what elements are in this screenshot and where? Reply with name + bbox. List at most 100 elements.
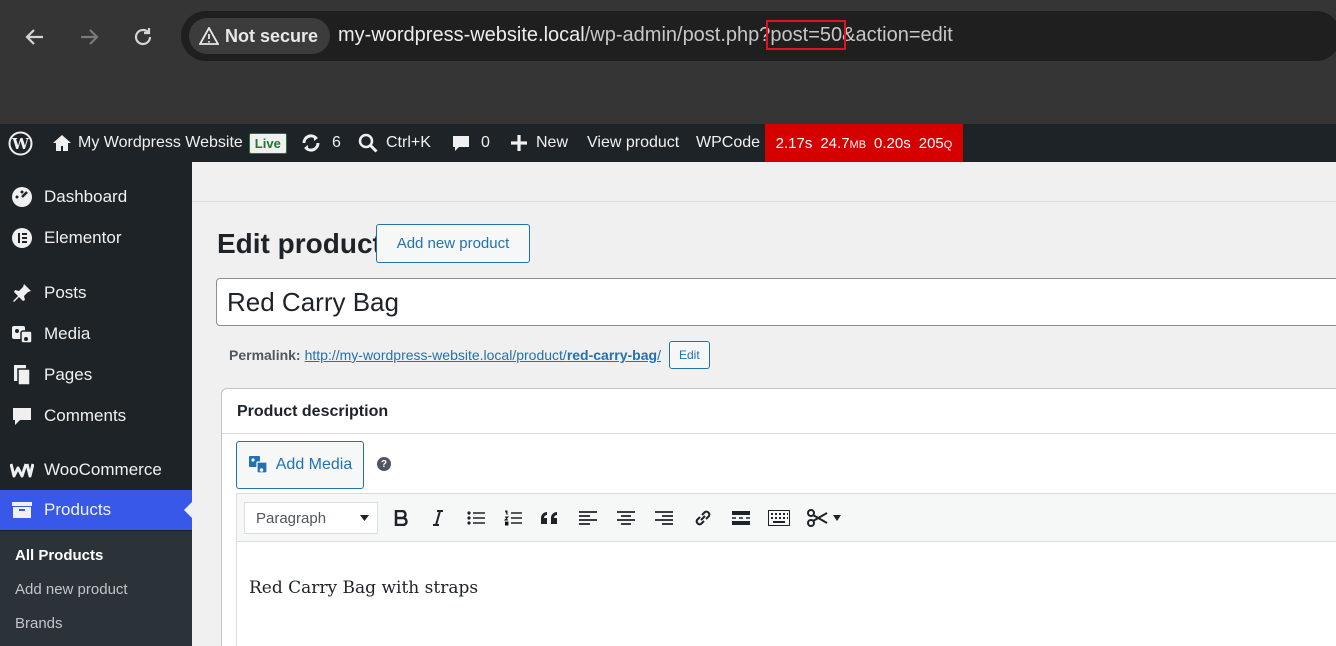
read-more-icon: [732, 511, 750, 525]
forward-button[interactable]: [72, 20, 106, 54]
align-left-button[interactable]: [573, 504, 603, 532]
wordpress-logo-button[interactable]: W: [8, 124, 33, 162]
italic-icon: [433, 510, 443, 526]
editor-content[interactable]: Red Carry Bag with straps: [249, 578, 478, 598]
perf-query-time: 0.20s: [874, 134, 911, 152]
view-product-label: View product: [587, 134, 680, 151]
wpcode-label: WPCode: [696, 134, 761, 151]
updates-icon: [302, 134, 320, 152]
add-media-button[interactable]: Add Media: [236, 441, 364, 489]
pushpin-icon: [10, 281, 34, 305]
warning-icon: [199, 27, 219, 45]
add-media-icon: [248, 456, 268, 474]
align-center-button[interactable]: [611, 504, 641, 532]
view-product-link[interactable]: View product: [587, 124, 679, 162]
toolbar-toggle-button[interactable]: [764, 504, 794, 532]
sidebar-item-pages[interactable]: Pages: [0, 355, 192, 395]
keyboard-icon: [768, 510, 790, 526]
permalink-slug: red-carry-bag: [566, 347, 658, 363]
permalink-edit-button[interactable]: Edit: [668, 341, 710, 369]
sidebar-item-label: Pages: [44, 365, 93, 384]
product-title-input[interactable]: Red Carry Bag: [216, 278, 1336, 326]
command-palette-button[interactable]: Ctrl+K: [358, 124, 431, 162]
wordpress-logo-icon: W: [8, 131, 33, 155]
submenu-all-products[interactable]: All Products: [15, 547, 103, 564]
align-right-button[interactable]: [649, 504, 679, 532]
home-icon: [53, 135, 71, 151]
link-icon: [695, 510, 711, 526]
perf-queries: 205: [918, 134, 944, 152]
perf-queries-group: 205Q: [919, 135, 953, 152]
scissors-icon: [807, 509, 828, 527]
add-new-product-button[interactable]: Add new product: [376, 224, 530, 263]
align-left-icon: [579, 511, 597, 525]
permalink-link[interactable]: http://my-wordpress-website.local/produc…: [305, 347, 661, 363]
query-monitor-stats[interactable]: 2.17s 24.7MB 0.20s 205Q: [765, 124, 963, 162]
perf-memory-group: 24.7MB: [820, 135, 866, 152]
numbered-list-button[interactable]: [498, 504, 528, 532]
address-bar[interactable]: Not secure my-wordpress-website.local/wp…: [181, 11, 1336, 61]
bullet-list-button[interactable]: [461, 504, 491, 532]
sidebar-item-woocommerce[interactable]: WooCommerce: [0, 450, 192, 490]
sidebar-item-media[interactable]: Media: [0, 314, 192, 354]
help-icon[interactable]: ?: [377, 457, 391, 471]
screen-meta-strip: [192, 162, 1336, 202]
products-submenu: All Products Add new product Brands: [0, 531, 192, 646]
numbered-list-icon: [504, 510, 522, 526]
sidebar-item-comments[interactable]: Comments: [0, 396, 192, 436]
site-name-link[interactable]: My Wordpress Website Live: [52, 124, 287, 162]
browser-toolbar: Not secure my-wordpress-website.local/wp…: [0, 0, 1336, 124]
updates-link[interactable]: 6: [300, 124, 341, 162]
blockquote-icon: [541, 512, 557, 524]
elementor-icon: [10, 226, 34, 250]
pages-icon: [10, 363, 34, 387]
sidebar-item-posts[interactable]: Posts: [0, 273, 192, 313]
updates-count: 6: [332, 134, 341, 151]
caret-down-icon: [360, 515, 369, 521]
wp-admin-bar: W My Wordpress Website Live 6 Ctrl+K 0 N…: [0, 124, 1336, 162]
wpcode-link[interactable]: WPCode: [696, 124, 760, 162]
add-media-label: Add Media: [275, 456, 353, 473]
woocommerce-shortcodes-button[interactable]: [802, 504, 846, 532]
comment-icon: [453, 136, 469, 151]
url-text[interactable]: my-wordpress-website.local/wp-admin/post…: [338, 20, 953, 50]
new-content-button[interactable]: New: [510, 124, 568, 162]
woocommerce-icon: [10, 458, 34, 482]
italic-button[interactable]: [423, 504, 453, 532]
url-rest: &action=edit: [842, 24, 953, 46]
align-right-icon: [655, 511, 673, 525]
comments-link[interactable]: 0: [451, 124, 490, 162]
back-button[interactable]: [18, 20, 52, 54]
bold-button[interactable]: [386, 504, 416, 532]
sidebar-item-elementor[interactable]: Elementor: [0, 218, 192, 258]
sidebar-item-label: Posts: [44, 283, 87, 302]
submenu-brands[interactable]: Brands: [15, 615, 63, 632]
sidebar-item-products[interactable]: Products: [0, 490, 192, 530]
perf-memory-unit: MB: [849, 138, 867, 151]
reload-button[interactable]: [126, 20, 160, 54]
sidebar-item-label: Media: [44, 324, 91, 343]
format-select[interactable]: Paragraph: [244, 502, 378, 534]
read-more-button[interactable]: [726, 504, 756, 532]
blockquote-button[interactable]: [535, 504, 565, 532]
site-name: My Wordpress Website: [78, 134, 243, 151]
url-highlight: post=50: [766, 20, 847, 50]
new-label: New: [536, 134, 569, 151]
perf-memory: 24.7: [820, 134, 850, 152]
caret-down-icon: [833, 515, 841, 521]
search-shortcut: Ctrl+K: [386, 134, 431, 151]
arrow-left-icon: [25, 29, 43, 45]
permalink-base: http://my-wordpress-website.local/produc…: [304, 347, 567, 363]
permalink-label: Permalink:: [229, 347, 301, 363]
security-chip[interactable]: Not secure: [189, 18, 331, 54]
comments-count: 0: [481, 134, 490, 151]
plus-icon: [511, 135, 527, 151]
dashboard-icon: [10, 185, 34, 209]
submenu-add-new-product[interactable]: Add new product: [15, 581, 128, 598]
postbox-title: Product description: [237, 403, 389, 420]
insert-link-button[interactable]: [688, 504, 718, 532]
sidebar-item-dashboard[interactable]: Dashboard: [0, 177, 192, 217]
perf-queries-unit: Q: [943, 138, 953, 151]
svg-text:W: W: [11, 135, 30, 153]
comment-icon: [10, 404, 34, 428]
